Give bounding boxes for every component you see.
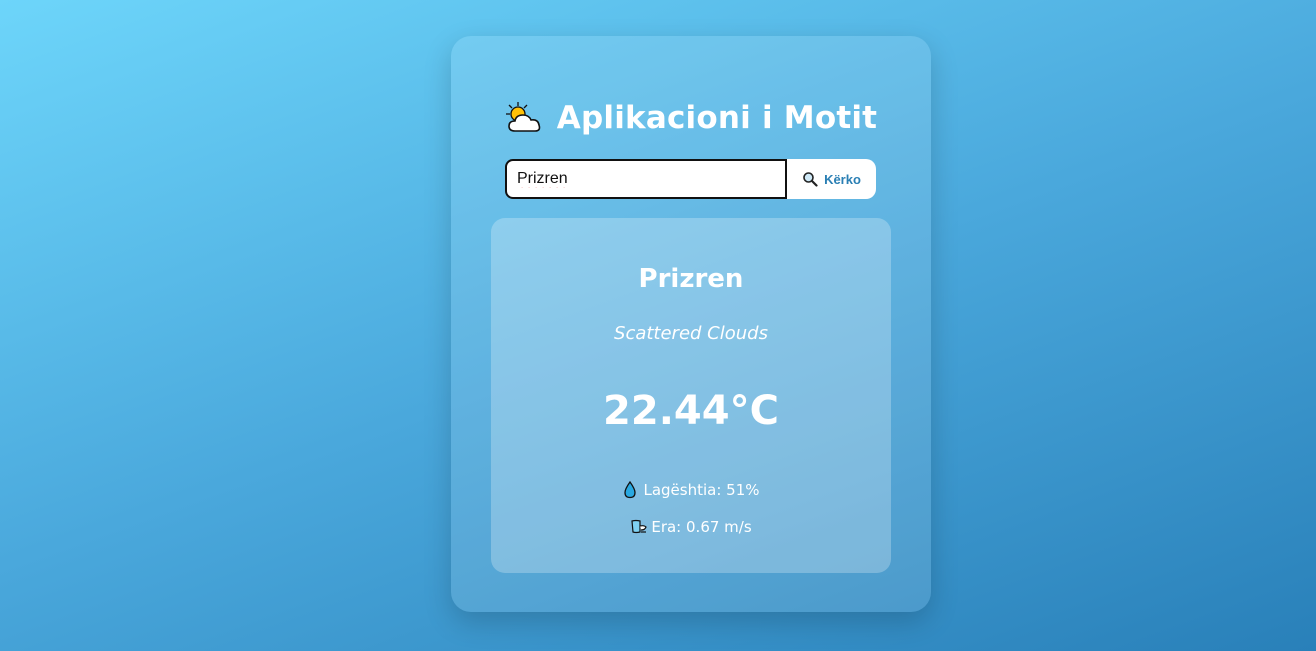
app-title: Aplikacioni i Motit — [556, 100, 878, 136]
humidity-text: Lagështia: 51% — [643, 481, 760, 499]
sun-behind-cloud-icon — [505, 101, 545, 135]
city-search-input[interactable] — [505, 159, 787, 199]
humidity-row: Lagështia: 51% — [491, 480, 891, 499]
wind-icon — [630, 518, 648, 536]
app-header: Aplikacioni i Motit — [451, 100, 931, 136]
search-button-label: Kërko — [824, 171, 861, 187]
magnifying-glass-icon — [802, 171, 818, 187]
city-name: Prizren — [638, 264, 744, 294]
droplet-icon — [622, 480, 638, 499]
search-button[interactable]: Kërko — [787, 159, 876, 199]
wind-row: Era: 0.67 m/s — [491, 518, 891, 536]
temperature-value: 22.44°C — [603, 388, 779, 434]
weather-result-panel: Prizren Scattered Clouds 22.44°C Lagësht… — [491, 218, 891, 573]
weather-app-card: Aplikacioni i Motit Kërko Prizren Scatte… — [451, 36, 931, 612]
weather-description: Scattered Clouds — [614, 323, 768, 344]
search-bar: Kërko — [505, 159, 876, 199]
wind-text: Era: 0.67 m/s — [651, 518, 752, 536]
